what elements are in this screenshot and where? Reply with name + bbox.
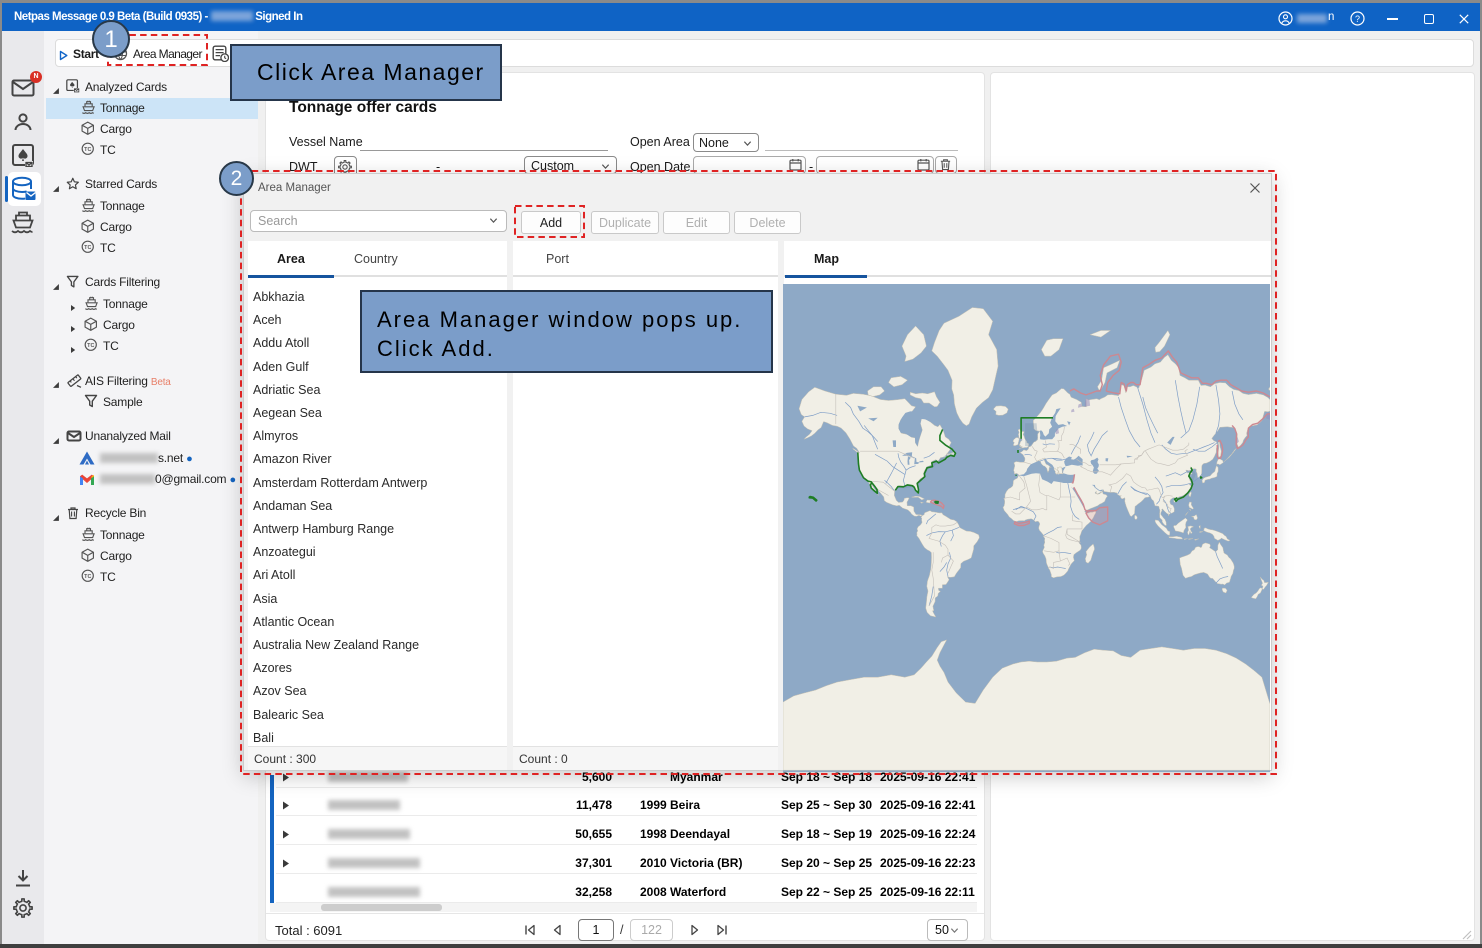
svg-text:TC: TC [87, 343, 94, 349]
svg-text:TC: TC [84, 245, 91, 251]
svg-text:TC: TC [84, 574, 91, 580]
svg-text:TC: TC [84, 147, 91, 153]
svg-text:?: ? [1355, 14, 1360, 24]
